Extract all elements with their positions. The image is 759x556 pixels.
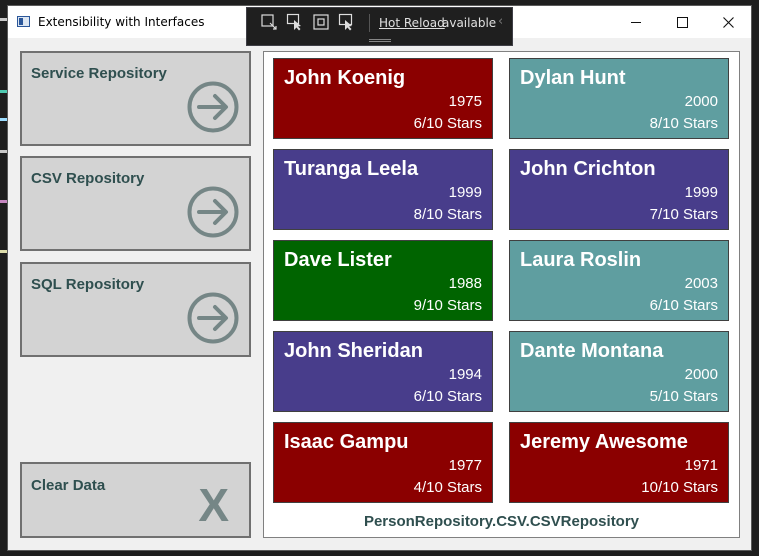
- repository-type-label: PersonRepository.CSV.CSVRepository: [363, 513, 640, 530]
- window-title: Extensibility with Interfaces: [38, 15, 205, 29]
- clear-data-button[interactable]: Clear Data X: [20, 462, 251, 538]
- person-card[interactable]: Laura Roslin 2003 6/10 Stars: [509, 240, 729, 321]
- person-card[interactable]: Isaac Gampu 1977 4/10 Stars: [273, 422, 493, 503]
- person-card[interactable]: John Koenig 1975 6/10 Stars: [273, 58, 493, 139]
- button-label: Service Repository: [31, 65, 167, 82]
- person-year: 2003: [684, 275, 718, 292]
- person-year: 1999: [448, 184, 482, 201]
- person-rating: 8/10 Stars: [649, 115, 718, 132]
- person-rating: 8/10 Stars: [413, 206, 482, 223]
- person-year: 2000: [684, 93, 718, 110]
- person-card[interactable]: John Sheridan 1994 6/10 Stars: [273, 331, 493, 412]
- person-name: John Sheridan: [284, 340, 423, 362]
- person-rating: 10/10 Stars: [641, 479, 718, 496]
- person-name: Turanga Leela: [284, 158, 419, 180]
- collapse-chevron-icon[interactable]: ‹: [498, 14, 503, 29]
- person-rating: 5/10 Stars: [649, 388, 718, 405]
- person-year: 1975: [448, 93, 482, 110]
- person-name: Jeremy Awesome: [520, 431, 688, 453]
- hot-reload-status: available: [442, 16, 497, 30]
- sql-repository-button[interactable]: SQL Repository: [20, 262, 251, 357]
- person-card[interactable]: Dave Lister 1988 9/10 Stars: [273, 240, 493, 321]
- person-name: Isaac Gampu: [284, 431, 409, 453]
- person-name: Laura Roslin: [520, 249, 642, 271]
- app-icon: [17, 16, 30, 27]
- person-card[interactable]: John Crichton 1999 7/10 Stars: [509, 149, 729, 230]
- person-rating: 4/10 Stars: [413, 479, 482, 496]
- close-button[interactable]: [705, 6, 751, 38]
- arrow-right-circle-icon: [187, 186, 239, 238]
- maximize-icon: [676, 16, 688, 28]
- person-name: Dave Lister: [284, 249, 392, 271]
- person-rating: 9/10 Stars: [413, 297, 482, 314]
- arrow-right-circle-icon: [187, 81, 239, 133]
- button-label: SQL Repository: [31, 276, 145, 293]
- toolbar-separator: [369, 14, 370, 32]
- client-area: Service Repository CSV Repository SQL Re…: [8, 38, 751, 550]
- minimize-button[interactable]: [613, 6, 659, 38]
- hot-reload-toolbar: Hot Reload available ‹: [246, 7, 513, 46]
- person-year: 1999: [684, 184, 718, 201]
- minimize-icon: [631, 21, 641, 23]
- person-year: 1994: [448, 366, 482, 383]
- person-card[interactable]: Dante Montana 2000 5/10 Stars: [509, 331, 729, 412]
- person-rating: 7/10 Stars: [649, 206, 718, 223]
- hot-reload-link[interactable]: Hot Reload: [379, 16, 445, 30]
- maximize-button[interactable]: [659, 6, 705, 38]
- person-name: John Crichton: [520, 158, 656, 180]
- button-label: Clear Data: [31, 477, 106, 494]
- person-year: 1977: [448, 457, 482, 474]
- toolbar-grip-handle[interactable]: [369, 39, 391, 42]
- person-rating: 6/10 Stars: [413, 388, 482, 405]
- person-name: Dylan Hunt: [520, 67, 626, 89]
- person-rating: 6/10 Stars: [649, 297, 718, 314]
- csv-repository-button[interactable]: CSV Repository: [20, 156, 251, 251]
- person-year: 1971: [684, 457, 718, 474]
- person-name: John Koenig: [284, 67, 406, 89]
- close-icon: [722, 16, 734, 28]
- person-year: 2000: [684, 366, 718, 383]
- live-visual-tree-icon[interactable]: [260, 13, 278, 31]
- person-list[interactable]: John Koenig 1975 6/10 Stars Dylan Hunt 2000 8…: [263, 51, 740, 538]
- person-year: 1988: [448, 275, 482, 292]
- display-layout-adorners-icon[interactable]: [312, 13, 330, 31]
- clear-x-icon: X: [198, 479, 229, 531]
- arrow-right-circle-icon: [187, 292, 239, 344]
- select-element-icon[interactable]: [286, 13, 304, 31]
- button-label: CSV Repository: [31, 170, 145, 187]
- person-name: Dante Montana: [520, 340, 664, 362]
- app-window: Extensibility with Interfaces Service Re…: [7, 5, 752, 551]
- person-rating: 6/10 Stars: [413, 115, 482, 132]
- track-focused-element-icon[interactable]: [338, 13, 356, 31]
- person-card[interactable]: Jeremy Awesome 1971 10/10 Stars: [509, 422, 729, 503]
- person-card[interactable]: Turanga Leela 1999 8/10 Stars: [273, 149, 493, 230]
- service-repository-button[interactable]: Service Repository: [20, 51, 251, 146]
- person-card[interactable]: Dylan Hunt 2000 8/10 Stars: [509, 58, 729, 139]
